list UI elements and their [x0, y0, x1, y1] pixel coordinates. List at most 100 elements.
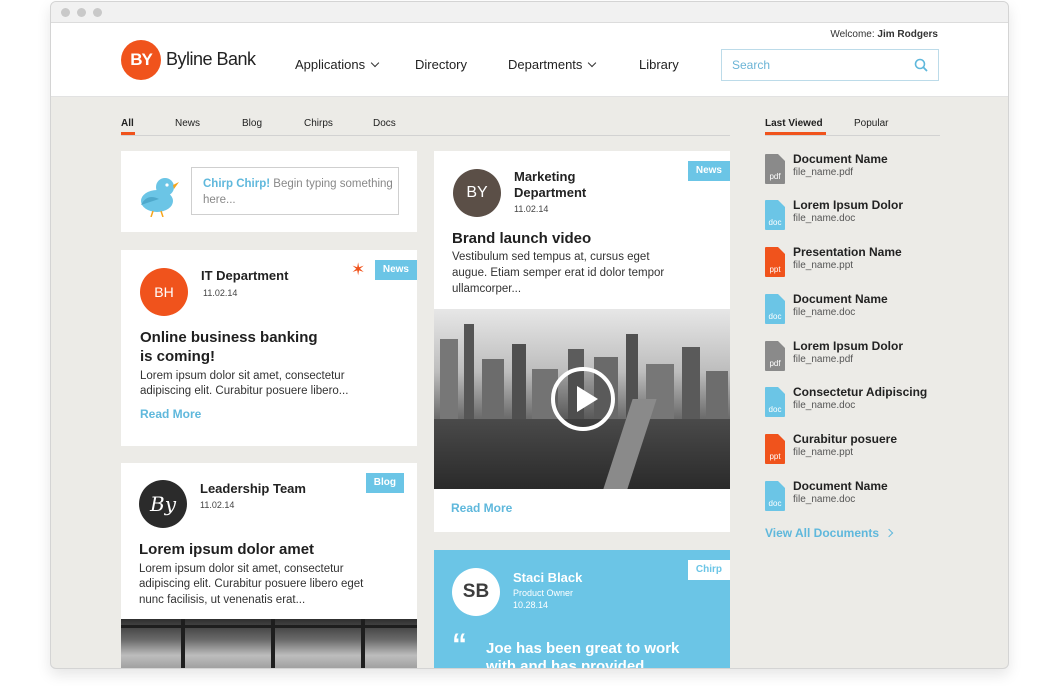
- nav-applications-label: Applications: [295, 57, 366, 72]
- filter-tabs: All News Blog Chirps Docs: [121, 118, 730, 136]
- document-item[interactable]: doc Document Name file_name.doc: [765, 479, 955, 519]
- quote-icon: “: [452, 628, 467, 661]
- document-name: Lorem Ipsum Dolor: [793, 198, 904, 212]
- nav-departments[interactable]: Departments: [508, 57, 597, 72]
- tab-news[interactable]: News: [175, 118, 200, 129]
- file-icon: ppt: [765, 434, 785, 464]
- view-all-label: View All Documents: [765, 526, 880, 540]
- welcome-label: Welcome:: [830, 29, 875, 40]
- document-name: Lorem Ipsum Dolor: [793, 339, 904, 353]
- card-headline[interactable]: Brand launch video: [452, 229, 591, 248]
- document-file: file_name.ppt: [793, 447, 854, 458]
- tab-docs[interactable]: Docs: [373, 118, 396, 129]
- tab-popular[interactable]: Popular: [854, 118, 888, 129]
- welcome-message: Welcome: Jim Rodgers: [830, 29, 938, 40]
- file-icon: pdf: [765, 154, 785, 184]
- search-input[interactable]: Search: [721, 49, 939, 81]
- nav-departments-label: Departments: [508, 57, 583, 72]
- card-date: 11.02.14: [200, 500, 235, 510]
- brand-video-player[interactable]: [434, 309, 730, 489]
- nav-library-label: Library: [639, 57, 679, 72]
- card-author-line-2[interactable]: Department: [514, 185, 586, 200]
- welcome-user[interactable]: Jim Rodgers: [877, 29, 938, 40]
- card-author[interactable]: IT Department: [201, 268, 288, 283]
- chirp-input[interactable]: Chirp Chirp! Begin typing something here…: [191, 167, 399, 215]
- document-file: file_name.pdf: [793, 354, 854, 365]
- star-icon[interactable]: ✶: [351, 260, 365, 280]
- file-icon: pdf: [765, 341, 785, 371]
- card-body-line-2: augue. Etiam semper erat id dolor tempor: [452, 267, 665, 279]
- staci-black-avatar[interactable]: SB: [452, 568, 500, 616]
- document-item[interactable]: doc Consectetur Adipiscing file_name.doc: [765, 385, 955, 425]
- card-date: 10.28.14: [513, 600, 549, 610]
- read-more-link[interactable]: Read More: [140, 407, 201, 421]
- nav-directory[interactable]: Directory: [415, 57, 467, 72]
- file-icon: doc: [765, 294, 785, 324]
- document-item[interactable]: pdf Lorem Ipsum Dolor file_name.pdf: [765, 339, 955, 379]
- byline-logo-mark[interactable]: BY: [121, 40, 161, 80]
- document-item[interactable]: doc Lorem Ipsum Dolor file_name.doc: [765, 198, 955, 238]
- file-icon: doc: [765, 387, 785, 417]
- read-more-link[interactable]: Read More: [451, 501, 512, 515]
- bird-icon: [141, 178, 179, 217]
- browser-window: Welcome: Jim Rodgers BY Byline Bank Appl…: [50, 1, 1009, 669]
- window-dot-minimize[interactable]: [77, 8, 86, 17]
- card-author[interactable]: Staci Black: [513, 570, 582, 585]
- byline-logo-text[interactable]: Byline Bank: [166, 49, 256, 70]
- chevron-down-icon: [370, 58, 380, 68]
- window-dot-close[interactable]: [61, 8, 70, 17]
- tab-all[interactable]: All: [121, 118, 134, 129]
- document-name: Document Name: [793, 479, 888, 493]
- document-file: file_name.doc: [793, 213, 856, 224]
- nav-library[interactable]: Library: [639, 57, 679, 72]
- card-body-line-2: adipiscing elit. Curabitur posuere liber…: [139, 578, 364, 590]
- card-author[interactable]: Marketing: [514, 169, 575, 184]
- document-item[interactable]: pdf Document Name file_name.pdf: [765, 152, 955, 192]
- card-date: 11.02.14: [203, 288, 238, 298]
- card-body: Lorem ipsum dolor sit amet, consectetur: [139, 563, 344, 575]
- file-icon: doc: [765, 200, 785, 230]
- search-placeholder: Search: [732, 58, 771, 72]
- document-item[interactable]: ppt Presentation Name file_name.ppt: [765, 245, 955, 285]
- blog-badge: Blog: [365, 473, 404, 493]
- document-file: file_name.ppt: [793, 260, 854, 271]
- document-file: file_name.doc: [793, 494, 856, 505]
- news-badge: News: [374, 260, 417, 280]
- chirp-prompt: Chirp Chirp!: [203, 178, 271, 190]
- card-headline-line-2[interactable]: is coming!: [140, 347, 215, 366]
- it-department-avatar[interactable]: BH: [140, 268, 188, 316]
- tab-chirps[interactable]: Chirps: [304, 118, 333, 129]
- marketing-department-card: News BY Marketing Department 11.02.14 Br…: [434, 151, 730, 532]
- tab-last-viewed[interactable]: Last Viewed: [765, 118, 823, 129]
- search-icon[interactable]: [914, 58, 928, 72]
- document-item[interactable]: ppt Curabitur posuere file_name.ppt: [765, 432, 955, 472]
- card-body: Lorem ipsum dolor sit amet, consectetur: [140, 370, 345, 382]
- chirp-quote: Joe has been great to work: [486, 640, 680, 657]
- card-body: Vestibulum sed tempus at, cursus eget: [452, 251, 650, 263]
- news-badge: News: [687, 161, 730, 181]
- chirp-compose-card: Chirp Chirp! Begin typing something here…: [121, 151, 417, 232]
- card-headline[interactable]: Lorem ipsum dolor amet: [139, 540, 314, 559]
- documents-tabs: Last Viewed Popular: [765, 118, 940, 136]
- file-icon: ppt: [765, 247, 785, 277]
- view-all-documents-link[interactable]: View All Documents: [765, 526, 894, 540]
- leadership-team-card: Blog By Leadership Team 11.02.14 Lorem i…: [121, 463, 417, 668]
- play-icon[interactable]: [551, 367, 615, 431]
- card-body-line-2: adipiscing elit. Curabitur posuere liber…: [140, 385, 349, 397]
- document-name: Presentation Name: [793, 245, 902, 259]
- document-file: file_name.doc: [793, 307, 856, 318]
- nav-applications[interactable]: Applications: [295, 57, 380, 72]
- document-file: file_name.pdf: [793, 167, 854, 178]
- card-headline[interactable]: Online business banking: [140, 328, 318, 347]
- chevron-right-icon: [885, 528, 894, 538]
- marketing-avatar[interactable]: BY: [453, 169, 501, 217]
- document-item[interactable]: doc Document Name file_name.doc: [765, 292, 955, 332]
- window-dot-maximize[interactable]: [93, 8, 102, 17]
- tab-blog[interactable]: Blog: [242, 118, 262, 129]
- leadership-avatar[interactable]: By: [139, 480, 187, 528]
- leadership-photo: [121, 619, 417, 668]
- document-name: Document Name: [793, 152, 888, 166]
- chevron-down-icon: [588, 58, 597, 68]
- card-body-line-3: nunc facilisis, ut venenatis erat...: [139, 594, 306, 606]
- card-author[interactable]: Leadership Team: [200, 481, 306, 496]
